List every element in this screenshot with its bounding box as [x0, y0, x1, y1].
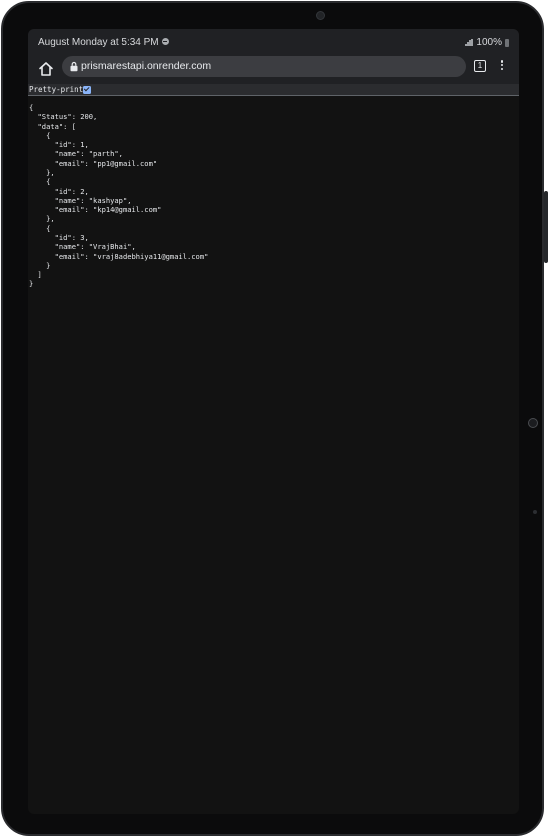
do-not-disturb-icon: [161, 38, 169, 45]
pretty-print-bar: Pretty-print: [28, 84, 519, 96]
url-text[interactable]: prismarestapi.onrender.com: [81, 60, 211, 72]
side-microphone: [533, 510, 537, 514]
status-time-group: August Monday at 5:34 PM: [38, 37, 169, 48]
home-icon: [39, 62, 53, 76]
json-response-content: { "Status": 200, "data": [ { "id": 1, "n…: [29, 103, 209, 289]
status-bar: August Monday at 5:34 PM 100%: [28, 29, 519, 54]
tab-switcher-button[interactable]: 1: [474, 60, 486, 72]
browser-toolbar: prismarestapi.onrender.com 1: [28, 54, 519, 84]
pretty-print-label: Pretty-print: [29, 85, 84, 94]
signal-icon: [465, 39, 473, 46]
front-camera: [316, 11, 325, 20]
battery-percentage: 100%: [476, 37, 502, 48]
address-bar[interactable]: prismarestapi.onrender.com: [62, 56, 466, 77]
pretty-print-checkbox[interactable]: [83, 85, 91, 94]
side-button: [544, 191, 548, 263]
status-right-group: 100%: [465, 37, 509, 48]
status-time: August Monday at 5:34 PM: [38, 37, 159, 48]
home-button[interactable]: [36, 59, 56, 79]
side-sensor: [528, 418, 538, 428]
screen: August Monday at 5:34 PM 100% prismarest…: [28, 29, 519, 814]
more-vert-icon[interactable]: [497, 59, 507, 73]
battery-icon: [505, 38, 509, 47]
lock-icon[interactable]: [69, 61, 79, 72]
